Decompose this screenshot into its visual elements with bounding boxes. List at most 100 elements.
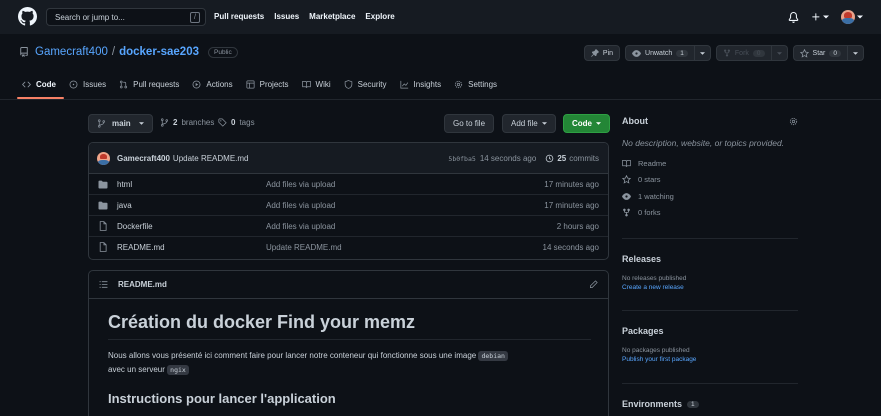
fork-button[interactable]: Fork 0 (715, 45, 772, 61)
branches-label: branches (181, 118, 215, 127)
list-icon[interactable] (99, 280, 108, 289)
branches-link[interactable]: 2 branches (160, 118, 214, 127)
create-release-link[interactable]: Create a new release (622, 284, 798, 291)
eye-icon (632, 49, 641, 57)
commits-link[interactable]: 25 commits (545, 154, 599, 163)
tab-insights[interactable]: Insights (400, 80, 442, 89)
readme-subheading: Instructions pour lancer l'application (108, 391, 336, 406)
tags-label: tags (239, 118, 255, 127)
tag-icon (218, 118, 227, 127)
github-logo-icon[interactable] (18, 7, 37, 26)
shield-icon (344, 80, 352, 89)
packages-empty: No packages published (622, 347, 690, 354)
repo-icon (20, 47, 28, 57)
caret-down-icon (776, 51, 782, 55)
file-name[interactable]: Dockerfile (117, 222, 153, 231)
tab-issues[interactable]: Issues (69, 80, 106, 89)
fork-dropdown[interactable] (771, 45, 788, 61)
about-description: No description, website, or topics provi… (622, 138, 785, 148)
commit-author[interactable]: Gamecraft400 (117, 154, 170, 163)
file-time: 14 seconds ago (542, 243, 600, 252)
file-row[interactable]: html Add files via upload 17 minutes ago (89, 174, 608, 195)
star-button[interactable]: Star 0 (792, 45, 848, 61)
nav-pull-requests[interactable]: Pull requests (214, 12, 264, 21)
nav-issues[interactable]: Issues (274, 12, 299, 21)
tab-actions[interactable]: Actions (192, 80, 233, 89)
commit-sha[interactable]: 5b0fba5 (448, 155, 475, 163)
commit-message[interactable]: Update README.md (173, 154, 249, 163)
repo-name-link[interactable]: docker-sae203 (119, 46, 199, 58)
readme-header: README.md (89, 271, 608, 299)
go-to-file-label: Go to file (453, 119, 486, 128)
publish-package-link[interactable]: Publish your first package (622, 356, 798, 363)
file-row[interactable]: java Add files via upload 17 minutes ago (89, 195, 608, 216)
file-row[interactable]: README.md Update README.md 14 seconds ag… (89, 237, 608, 258)
nav-marketplace[interactable]: Marketplace (309, 12, 355, 21)
releases-title[interactable]: Releases (622, 254, 798, 264)
code-button[interactable]: Code (563, 114, 610, 133)
file-icon (99, 221, 107, 231)
tab-wiki[interactable]: Wiki (301, 80, 331, 89)
star-count: 0 (829, 49, 841, 57)
readme-link[interactable]: Readme (622, 155, 798, 172)
latest-commit: Gamecraft400 Update README.md 5b0fba5 14… (89, 143, 608, 174)
file-commit-message[interactable]: Add files via upload (266, 180, 335, 189)
repo-owner-link[interactable]: Gamecraft400 (35, 46, 108, 58)
file-name[interactable]: README.md (117, 243, 165, 252)
tab-security[interactable]: Security (344, 80, 387, 89)
watching-link[interactable]: 1 watching (622, 188, 798, 205)
folder-icon (98, 201, 108, 210)
packages-title[interactable]: Packages (622, 326, 798, 336)
file-name[interactable]: html (117, 180, 132, 189)
stars-link[interactable]: 0 stars (622, 172, 798, 189)
file-row[interactable]: Dockerfile Add files via upload 2 hours … (89, 216, 608, 237)
fork-label: Fork (734, 49, 749, 57)
readme-text: Nous allons vous présenté ici comment fa… (108, 351, 477, 360)
avatar (841, 10, 855, 24)
tab-code[interactable]: Code (22, 80, 56, 89)
tab-projects[interactable]: Projects (246, 80, 289, 89)
readme-panel: README.md Création du docker Find your m… (88, 270, 609, 416)
tags-link[interactable]: 0 tags (218, 118, 255, 127)
caret-down-icon (596, 122, 601, 125)
forks-link[interactable]: 0 forks (622, 205, 798, 222)
tab-settings[interactable]: Settings (454, 80, 497, 89)
caret-down-icon (138, 122, 144, 125)
tab-pull-requests[interactable]: Pull requests (119, 80, 179, 89)
file-commit-message[interactable]: Add files via upload (266, 222, 335, 231)
pencil-icon[interactable] (589, 280, 598, 289)
about-section: About No description, website, or topics… (622, 116, 798, 221)
sidebar-divider (622, 310, 798, 311)
repo-separator: / (111, 46, 116, 58)
environments-title[interactable]: Environments (622, 399, 682, 409)
tab-settings-label: Settings (468, 80, 498, 89)
star-icon (622, 175, 631, 184)
header-actions (788, 10, 863, 24)
user-menu[interactable] (841, 10, 863, 24)
gear-icon[interactable] (789, 117, 798, 126)
watch-count: 1 (676, 49, 688, 57)
stars-link-label: 0 stars (638, 175, 661, 185)
file-commit-message[interactable]: Add files via upload (266, 201, 335, 210)
visibility-badge: Public (208, 46, 238, 58)
gear-icon (455, 80, 463, 89)
avatar[interactable] (97, 151, 110, 165)
commit-meta: 5b0fba5 14 seconds ago 25 commits (448, 154, 599, 163)
branch-selector[interactable]: main (88, 114, 153, 133)
caret-down-icon (853, 51, 858, 55)
add-file-button[interactable]: Add file (502, 114, 556, 133)
pin-button[interactable]: Pin (583, 45, 621, 61)
go-to-file-button[interactable]: Go to file (444, 114, 495, 133)
star-dropdown[interactable] (848, 45, 864, 61)
readme-heading: Création du docker Find your memz (108, 312, 416, 332)
create-new-button[interactable] (811, 12, 829, 22)
search-input[interactable] (46, 8, 206, 26)
unwatch-dropdown[interactable] (694, 45, 711, 61)
unwatch-button[interactable]: Unwatch 1 (625, 45, 695, 61)
tab-insights-label: Insights (413, 80, 442, 89)
nav-explore[interactable]: Explore (365, 12, 394, 21)
file-commit-message[interactable]: Update README.md (266, 243, 342, 252)
bell-icon[interactable] (788, 11, 799, 23)
releases-section: Releases No releases published Create a … (622, 254, 798, 291)
file-name[interactable]: java (117, 201, 132, 210)
